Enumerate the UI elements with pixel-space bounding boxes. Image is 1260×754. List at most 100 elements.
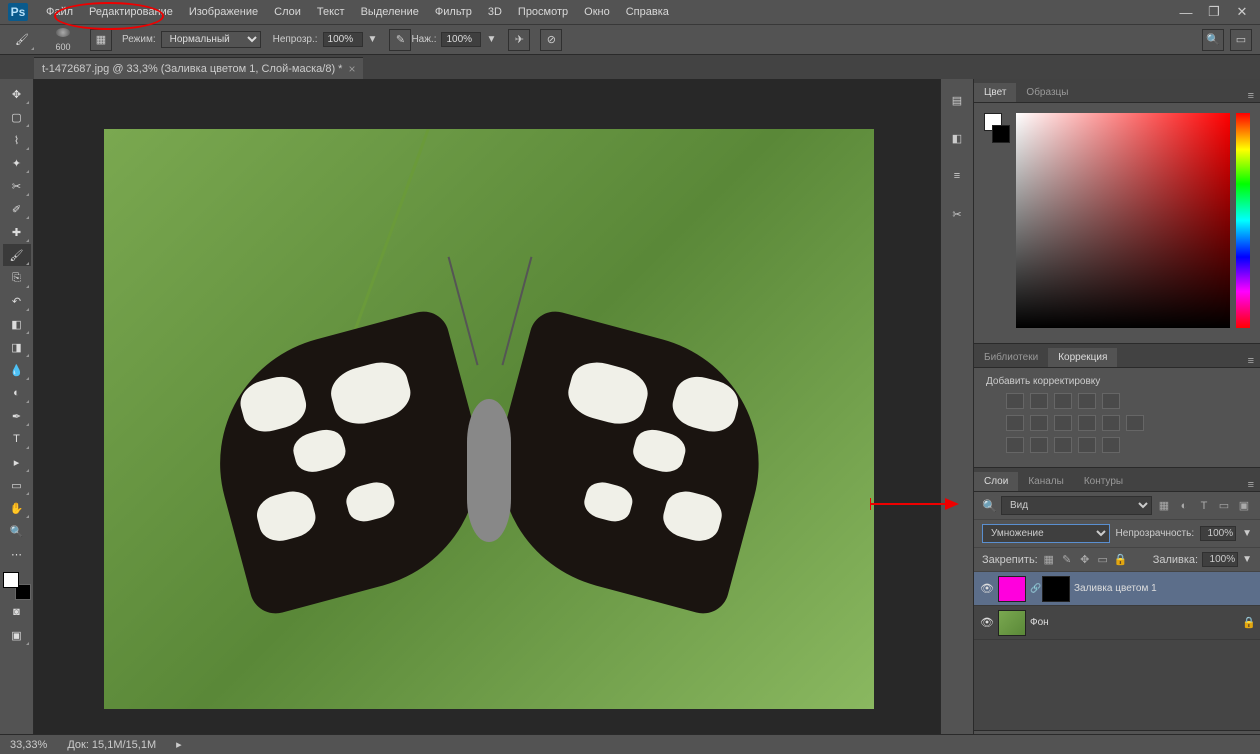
- brightness-icon[interactable]: [1006, 393, 1024, 409]
- character-panel-icon[interactable]: ✂: [946, 203, 968, 225]
- pressure-opacity-icon[interactable]: ✎: [389, 29, 411, 51]
- layer-opacity-input[interactable]: [1200, 526, 1236, 541]
- filter-smart-icon[interactable]: ▣: [1236, 498, 1252, 514]
- marquee-tool[interactable]: ▢: [3, 106, 31, 128]
- menu-3d[interactable]: 3D: [480, 6, 510, 18]
- filter-type-icon[interactable]: T: [1196, 498, 1212, 514]
- layer-filter-select[interactable]: Вид: [1001, 496, 1152, 515]
- brush-panel-toggle[interactable]: ▦: [90, 29, 112, 51]
- workspace-icon[interactable]: ▭: [1230, 29, 1252, 51]
- layer-name[interactable]: Фон: [1030, 617, 1238, 628]
- brush-tool[interactable]: 🖌: [3, 244, 31, 266]
- posterize-icon[interactable]: [1030, 437, 1048, 453]
- visibility-icon[interactable]: 👁: [980, 616, 994, 629]
- dodge-tool[interactable]: ◐: [3, 382, 31, 404]
- lock-all-icon[interactable]: 🔒: [1114, 553, 1128, 567]
- filter-adjust-icon[interactable]: ◐: [1176, 498, 1192, 514]
- zoom-level[interactable]: 33,33%: [10, 739, 47, 751]
- exposure-icon[interactable]: [1078, 393, 1096, 409]
- crop-tool[interactable]: ✂: [3, 175, 31, 197]
- pressure-size-icon[interactable]: ⊘: [540, 29, 562, 51]
- screenmode-toggle[interactable]: ▣: [3, 624, 31, 646]
- lock-transparent-icon[interactable]: ▦: [1042, 553, 1056, 567]
- flow-input[interactable]: [441, 32, 481, 47]
- tab-channels[interactable]: Каналы: [1018, 472, 1074, 491]
- hue-slider[interactable]: [1236, 113, 1250, 328]
- menu-image[interactable]: Изображение: [181, 6, 266, 18]
- tab-color[interactable]: Цвет: [974, 83, 1016, 102]
- fg-bg-swatch[interactable]: [984, 113, 1010, 333]
- layer-name[interactable]: Заливка цветом 1: [1074, 583, 1254, 594]
- colorbalance-icon[interactable]: [1030, 415, 1048, 431]
- layer-mask-thumb[interactable]: [1042, 576, 1070, 602]
- menu-edit[interactable]: Редактирование: [81, 6, 181, 18]
- tab-swatches[interactable]: Образцы: [1016, 83, 1078, 102]
- stamp-tool[interactable]: ⎘: [3, 267, 31, 289]
- layer-row[interactable]: 👁 🔗 Заливка цветом 1: [974, 572, 1260, 606]
- layer-fill-input[interactable]: [1202, 552, 1238, 567]
- current-tool-icon[interactable]: 🖌: [8, 29, 36, 51]
- menu-help[interactable]: Справка: [618, 6, 677, 18]
- levels-icon[interactable]: [1030, 393, 1048, 409]
- menu-text[interactable]: Текст: [309, 6, 353, 18]
- visibility-icon[interactable]: 👁: [980, 582, 994, 595]
- pen-tool[interactable]: ✒: [3, 405, 31, 427]
- eyedropper-tool[interactable]: ✐: [3, 198, 31, 220]
- color-swatches[interactable]: [3, 572, 31, 600]
- close-button[interactable]: ✕: [1232, 5, 1252, 19]
- threshold-icon[interactable]: [1054, 437, 1072, 453]
- brush-preview[interactable]: 600: [48, 28, 78, 52]
- tab-libraries[interactable]: Библиотеки: [974, 348, 1048, 367]
- curves-icon[interactable]: [1054, 393, 1072, 409]
- gradient-tool[interactable]: ◨: [3, 336, 31, 358]
- lasso-tool[interactable]: ⌇: [3, 129, 31, 151]
- photofilter-icon[interactable]: [1078, 415, 1096, 431]
- hue-icon[interactable]: [1006, 415, 1024, 431]
- quickmask-toggle[interactable]: ◙: [3, 601, 31, 623]
- blend-mode-select[interactable]: Нормальный: [161, 31, 261, 48]
- panel-menu-icon[interactable]: ≡: [1242, 479, 1260, 491]
- healing-tool[interactable]: ✚: [3, 221, 31, 243]
- zoom-tool[interactable]: 🔍: [3, 520, 31, 542]
- history-panel-icon[interactable]: ▤: [946, 89, 968, 111]
- document-tab[interactable]: t-1472687.jpg @ 33,3% (Заливка цветом 1,…: [34, 57, 363, 79]
- menu-view[interactable]: Просмотр: [510, 6, 576, 18]
- lock-pixels-icon[interactable]: ✎: [1060, 553, 1074, 567]
- path-select-tool[interactable]: ▸: [3, 451, 31, 473]
- tab-adjustments[interactable]: Коррекция: [1048, 348, 1117, 367]
- doc-info[interactable]: Док: 15,1M/15,1M: [67, 739, 156, 751]
- menu-layers[interactable]: Слои: [266, 6, 309, 18]
- search-icon[interactable]: 🔍: [1202, 29, 1224, 51]
- lock-artboard-icon[interactable]: ▭: [1096, 553, 1110, 567]
- channelmixer-icon[interactable]: [1102, 415, 1120, 431]
- tab-close-icon[interactable]: ×: [348, 62, 355, 76]
- filter-shape-icon[interactable]: ▭: [1216, 498, 1232, 514]
- opacity-input[interactable]: [323, 32, 363, 47]
- gradientmap-icon[interactable]: [1078, 437, 1096, 453]
- eraser-tool[interactable]: ◧: [3, 313, 31, 335]
- selectivecolor-icon[interactable]: [1102, 437, 1120, 453]
- layer-fill-thumb[interactable]: [998, 576, 1026, 602]
- type-tool[interactable]: T: [3, 428, 31, 450]
- quick-select-tool[interactable]: ✦: [3, 152, 31, 174]
- maximize-button[interactable]: ❐: [1204, 5, 1224, 19]
- blur-tool[interactable]: 💧: [3, 359, 31, 381]
- color-field[interactable]: [1016, 113, 1230, 328]
- menu-window[interactable]: Окно: [576, 6, 618, 18]
- shape-tool[interactable]: ▭: [3, 474, 31, 496]
- airbrush-icon[interactable]: ✈: [508, 29, 530, 51]
- bw-icon[interactable]: [1054, 415, 1072, 431]
- menu-filter[interactable]: Фильтр: [427, 6, 480, 18]
- invert-icon[interactable]: [1006, 437, 1024, 453]
- menu-file[interactable]: Файл: [38, 6, 81, 18]
- filter-pixel-icon[interactable]: ▦: [1156, 498, 1172, 514]
- layer-thumb[interactable]: [998, 610, 1026, 636]
- tab-paths[interactable]: Контуры: [1074, 472, 1133, 491]
- colorlookup-icon[interactable]: [1126, 415, 1144, 431]
- panel-menu-icon[interactable]: ≡: [1242, 90, 1260, 102]
- info-panel-icon[interactable]: ≡: [946, 165, 968, 187]
- history-brush-tool[interactable]: ↶: [3, 290, 31, 312]
- lock-position-icon[interactable]: ✥: [1078, 553, 1092, 567]
- properties-panel-icon[interactable]: ◧: [946, 127, 968, 149]
- vibrance-icon[interactable]: [1102, 393, 1120, 409]
